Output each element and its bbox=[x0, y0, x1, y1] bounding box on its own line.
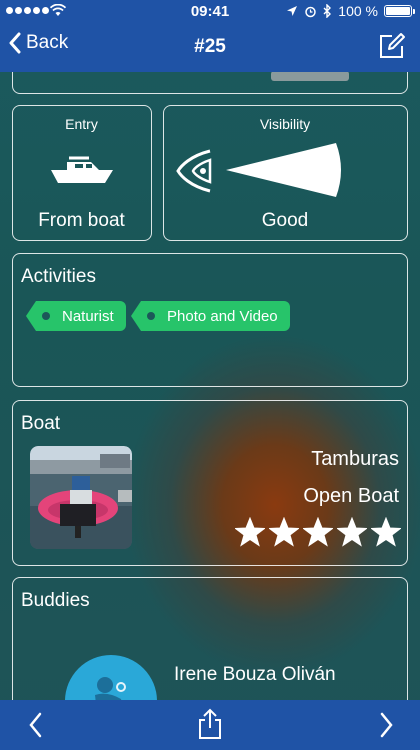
previous-card bbox=[12, 72, 408, 94]
activity-tag-label: Photo and Video bbox=[167, 307, 278, 325]
navigation-bar: Back #25 bbox=[0, 22, 420, 72]
buddy-avatar bbox=[65, 655, 157, 700]
rating-star-icon bbox=[235, 517, 265, 547]
battery-percent: 100 % bbox=[338, 3, 378, 19]
boat-photo bbox=[30, 446, 132, 549]
activity-tag-photo-and-video[interactable]: Photo and Video bbox=[131, 301, 290, 331]
dive-detail-scroll[interactable]: Entry From boat Visibility Good Activiti… bbox=[0, 72, 420, 700]
entry-value: From boat bbox=[38, 210, 125, 231]
share-icon[interactable] bbox=[197, 708, 223, 740]
entry-card: Entry From boat bbox=[12, 105, 152, 241]
tag-hole bbox=[42, 312, 50, 320]
edit-icon[interactable] bbox=[378, 32, 406, 60]
rating-star-icon bbox=[337, 517, 367, 547]
rating-star-icon bbox=[269, 517, 299, 547]
boat-icon bbox=[51, 156, 113, 183]
boat-card[interactable]: Boat Tamburas Open Boat bbox=[12, 400, 408, 566]
buddies-card: Buddies Irene Bouza Oliván bbox=[12, 577, 408, 700]
status-bar: 09:41 100 % bbox=[0, 0, 420, 22]
location-icon bbox=[287, 6, 298, 16]
visibility-value: Good bbox=[261, 210, 309, 231]
visibility-range-icon bbox=[226, 143, 341, 197]
buddies-title: Buddies bbox=[21, 590, 90, 611]
tag-hole bbox=[147, 312, 155, 320]
bluetooth-icon bbox=[323, 4, 332, 18]
battery-icon bbox=[384, 5, 415, 17]
boat-name: Tamburas bbox=[311, 448, 399, 470]
eye-icon bbox=[176, 149, 212, 193]
boat-type: Open Boat bbox=[303, 485, 399, 507]
visibility-card: Visibility Good bbox=[163, 105, 408, 241]
boat-title: Boat bbox=[21, 413, 61, 434]
visibility-label: Visibility bbox=[259, 116, 311, 132]
bottom-toolbar bbox=[0, 700, 420, 750]
chevron-left-icon bbox=[9, 32, 21, 54]
activities-card: Activities Naturist Photo and Video bbox=[12, 253, 408, 387]
next-dive-chevron-icon[interactable] bbox=[376, 710, 396, 740]
activities-title: Activities bbox=[21, 266, 96, 287]
status-right-group: 100 % bbox=[286, 3, 415, 19]
back-label: Back bbox=[26, 32, 69, 53]
rating-star-icon bbox=[371, 517, 401, 547]
alarm-icon bbox=[305, 6, 317, 17]
previous-dive-chevron-icon[interactable] bbox=[26, 710, 46, 740]
entry-label: Entry bbox=[65, 116, 98, 132]
previous-card-bar bbox=[271, 72, 349, 81]
activity-tag-naturist[interactable]: Naturist bbox=[26, 301, 126, 331]
buddy-name: Irene Bouza Oliván bbox=[174, 664, 336, 685]
back-button[interactable]: Back bbox=[8, 32, 68, 54]
activity-tag-label: Naturist bbox=[62, 307, 114, 325]
rating-star-icon bbox=[303, 517, 333, 547]
buddy-item[interactable]: Irene Bouza Oliván bbox=[13, 648, 405, 700]
boat-rating bbox=[235, 517, 401, 547]
